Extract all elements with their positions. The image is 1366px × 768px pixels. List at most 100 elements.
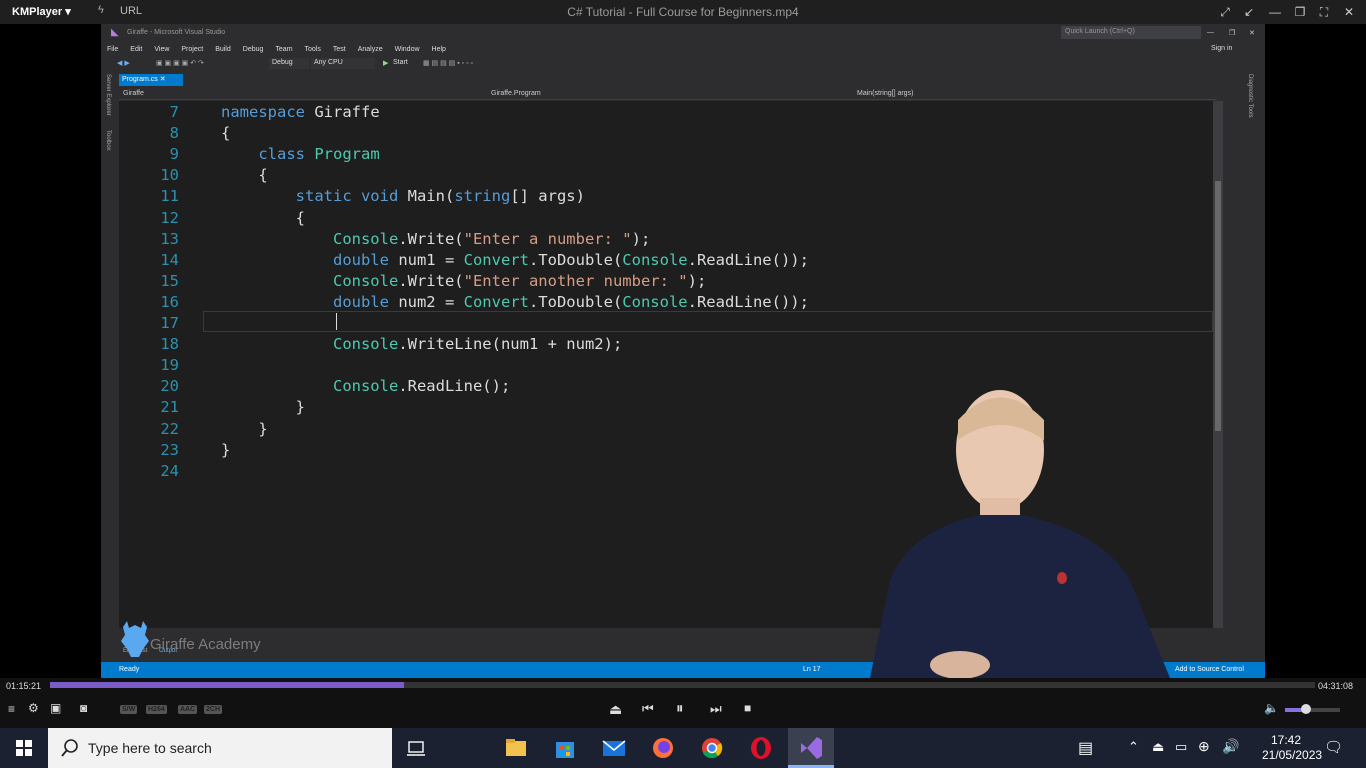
line-number: 11 [160, 187, 179, 206]
vs-menu-project: Project [181, 45, 204, 53]
status-ready: Ready [119, 666, 140, 673]
windows-taskbar: Type here to search ▤ ⌃ ⏏ ▭ ⊕ 🔊 17:42 21… [0, 728, 1366, 768]
3d-icon[interactable]: ▣ [50, 701, 61, 715]
previous-icon[interactable]: ⏮ [642, 701, 654, 717]
settings-gear-icon[interactable]: ⚙ [28, 701, 39, 715]
code-line: Console.WriteLine(num1 + num2); [332, 335, 623, 354]
vs-menu-test: Test [332, 45, 346, 53]
line-number: 8 [169, 124, 179, 143]
vs-restore-icon: ❐ [1229, 30, 1236, 37]
speaker-icon[interactable]: 🔊 [1222, 738, 1239, 755]
editor-scrollbar-thumb [1215, 181, 1221, 431]
battery-icon[interactable]: ▭ [1175, 739, 1187, 755]
line-number: 18 [160, 335, 179, 354]
pause-icon[interactable]: ⏸ [676, 700, 684, 717]
vs-menu-analyze: Analyze [357, 45, 383, 53]
vs-toolbar-icons-2: ▦ ▤ ▤ ▤ ▪ ▫ ▫ ▫ [423, 60, 473, 67]
news-widget-icon[interactable]: ▤ [1078, 738, 1093, 758]
status-line: Ln 17 [803, 666, 821, 673]
clock-date: 21/05/2023 [1262, 748, 1323, 762]
minimize-button[interactable]: — [1264, 2, 1286, 22]
line-number: 23 [160, 440, 179, 459]
vs-menu-help: Help [431, 45, 446, 53]
seek-progress-fill [50, 682, 405, 688]
microsoft-store-icon[interactable] [551, 734, 579, 762]
nav-class: Giraffe.Program [491, 90, 541, 97]
chrome-icon[interactable] [698, 734, 726, 762]
code-line: double num2 = Convert.ToDouble(Console.R… [332, 292, 809, 311]
close-button[interactable]: ✕ [1338, 2, 1360, 22]
toolbox-tab: Toolbox [105, 130, 111, 151]
vs-sign-in: Sign in [1211, 45, 1233, 52]
nav-project: Giraffe [123, 90, 144, 97]
giraffe-academy-watermark: Giraffe Academy [150, 636, 261, 653]
restore-button[interactable]: ❐ [1289, 2, 1311, 22]
editor-scrollbar [1213, 101, 1223, 628]
volume-slider[interactable] [1285, 708, 1340, 712]
taskbar-clock[interactable]: 17:42 21/05/2023 [1262, 733, 1323, 763]
fullscreen-button[interactable]: ⛶ [1313, 2, 1335, 22]
mail-icon[interactable] [600, 734, 628, 762]
windows-start-icon[interactable] [0, 728, 48, 768]
volume-knob[interactable] [1301, 704, 1311, 714]
vr-icon[interactable]: ◙ [80, 701, 87, 715]
code-line: Console.Write("Enter another number: "); [332, 271, 707, 290]
visual-studio-taskbar-item[interactable] [788, 728, 834, 768]
badge-h264: H264 [146, 705, 167, 714]
diagnostic-tools-tab: Diagnostic Tools [1247, 74, 1253, 118]
presenter-person [870, 390, 1170, 678]
tray-app-icon[interactable]: ⏏ [1152, 739, 1164, 755]
network-icon[interactable]: ⊕ [1198, 738, 1210, 755]
file-explorer-icon[interactable] [502, 734, 530, 762]
vs-window-title: Giraffe - Microsoft Visual Studio [127, 29, 226, 36]
code-line: Console.ReadLine(); [332, 377, 511, 396]
seek-slider[interactable] [50, 682, 1315, 688]
line-number: 20 [160, 377, 179, 396]
tray-chevron-icon[interactable]: ⌃ [1128, 739, 1139, 755]
opera-icon[interactable] [747, 734, 775, 762]
vs-start-icon: ▶ [383, 60, 389, 67]
menu-icon[interactable]: ≡ [8, 702, 15, 716]
stop-icon[interactable]: ■ [744, 701, 751, 715]
vs-menu-view: View [154, 45, 170, 53]
code-line: static void Main(string[] args) [295, 187, 585, 206]
vs-config-select: Debug [269, 58, 309, 69]
line-number: 15 [160, 271, 179, 290]
compact-mode-icon[interactable]: ↙ [1238, 2, 1260, 22]
line-number: 21 [160, 398, 179, 417]
firefox-icon[interactable] [649, 734, 677, 762]
eject-icon[interactable]: ⏏ [609, 701, 622, 718]
vs-close-icon: ✕ [1249, 30, 1255, 37]
vs-logo-icon: ◣ [111, 27, 119, 38]
vs-menu-file: File [107, 45, 119, 53]
vs-navigation-bar: Giraffe Giraffe.Program Main(string[] ar… [119, 88, 1217, 100]
giraffe-academy-logo [121, 621, 149, 657]
line-number: 12 [160, 208, 179, 227]
badge-sw: S/W [120, 705, 138, 714]
line-number: 22 [160, 419, 179, 438]
seek-bar-row: 01:15:21 04:31:08 [0, 678, 1366, 694]
search-icon [61, 739, 78, 757]
vs-left-dock: Server Explorer Toolbox [101, 70, 119, 650]
tab-label: Program.cs [122, 76, 158, 83]
notifications-icon[interactable]: 🗨 [1324, 738, 1343, 756]
tab-program-cs: Program.cs ✕ [119, 74, 183, 86]
task-view-icon[interactable] [402, 734, 430, 762]
vs-menu-bar: File Edit View Project Build Debug Team … [101, 42, 1265, 56]
next-icon[interactable]: ⏭ [710, 701, 722, 717]
vs-platform-select: Any CPU [311, 58, 375, 69]
nav-member: Main(string[] args) [857, 90, 914, 97]
taskbar-search-box[interactable]: Type here to search [48, 728, 392, 768]
code-line: } [295, 398, 305, 417]
tab-close-icon: ✕ [159, 76, 166, 83]
code-line: double num1 = Convert.ToDouble(Console.R… [332, 250, 809, 269]
current-time: 01:15:21 [6, 681, 42, 691]
volume-icon[interactable]: 🔈 [1264, 701, 1279, 715]
vs-document-tabs: Program.cs ✕ [119, 74, 1239, 86]
code-line: } [221, 440, 231, 459]
pin-icon[interactable]: ⤢ [1214, 2, 1236, 22]
vs-start-label: Start [393, 59, 408, 66]
line-number: 16 [160, 292, 179, 311]
line-number: 10 [160, 166, 179, 185]
visual-studio-icon [801, 737, 822, 759]
